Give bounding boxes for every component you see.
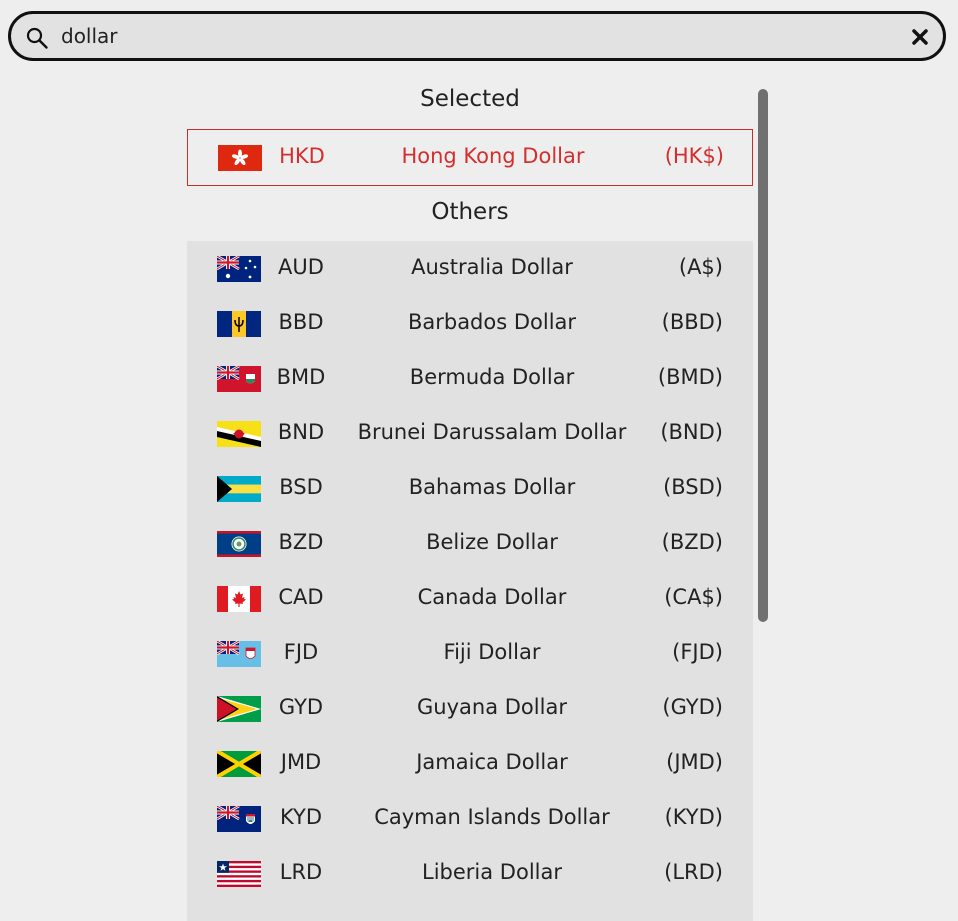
- search-icon: [26, 27, 48, 49]
- currency-symbol: (BMD): [657, 365, 723, 389]
- currency-symbol: (A$): [678, 255, 723, 279]
- currency-symbol: (LRD): [664, 860, 723, 884]
- gy-flag-icon: [217, 696, 261, 722]
- bs-flag-icon: [217, 476, 261, 502]
- currency-symbol: (HK$): [664, 144, 724, 168]
- list-item[interactable]: BSD Bahamas Dollar (BSD): [187, 461, 753, 516]
- list-item[interactable]: JMD Jamaica Dollar (JMD): [187, 736, 753, 791]
- others-section-title: Others: [431, 199, 509, 225]
- list-item[interactable]: CAD Canada Dollar (CA$): [187, 571, 753, 626]
- currency-code: CAD: [278, 585, 324, 609]
- currency-name: Belize Dollar: [426, 530, 558, 554]
- currency-symbol: (KYD): [664, 805, 723, 829]
- jm-flag-icon: [217, 751, 261, 777]
- currency-symbol: (CA$): [664, 585, 723, 609]
- currency-name: Liberia Dollar: [422, 860, 562, 884]
- list-item[interactable]: AUD Australia Dollar (A$): [187, 241, 753, 296]
- currency-name: Guyana Dollar: [417, 695, 567, 719]
- lr-flag-icon: [217, 861, 261, 887]
- currency-symbol: (FJD): [672, 640, 723, 664]
- au-flag-icon: [217, 256, 261, 282]
- ca-flag-icon: [217, 586, 261, 612]
- currency-symbol: (JMD): [666, 750, 723, 774]
- currency-name: Bermuda Dollar: [409, 365, 575, 389]
- currency-code: JMD: [280, 750, 322, 774]
- list-item[interactable]: BZD Belize Dollar (BZD): [187, 516, 753, 571]
- list-item[interactable]: LRD Liberia Dollar (LRD): [187, 846, 753, 901]
- currency-code: BMD: [276, 365, 326, 389]
- currency-code: LRD: [279, 860, 323, 884]
- bb-flag-icon: [217, 311, 261, 337]
- search-bar[interactable]: [8, 11, 946, 61]
- currency-symbol: (GYD): [662, 695, 723, 719]
- currency-code: KYD: [279, 805, 323, 829]
- list-item[interactable]: BBD Barbados Dollar (BBD): [187, 296, 753, 351]
- currency-code: BZD: [278, 530, 324, 554]
- currency-symbol: (BND): [660, 420, 723, 444]
- currency-name: Fiji Dollar: [443, 640, 541, 664]
- fj-flag-icon: [217, 641, 261, 667]
- hk-flag-icon: [218, 145, 262, 171]
- list-item[interactable]: GYD Guyana Dollar (GYD): [187, 681, 753, 736]
- currency-name: Brunei Darussalam Dollar: [357, 420, 627, 444]
- currency-code: BSD: [279, 475, 323, 499]
- currency-code: HKD: [279, 144, 325, 168]
- list-item[interactable]: KYD Cayman Islands Dollar (KYD): [187, 791, 753, 846]
- currency-name: Hong Kong Dollar: [401, 144, 585, 168]
- bn-flag-icon: [217, 421, 261, 447]
- currency-code: AUD: [278, 255, 324, 279]
- list-item[interactable]: BMD Bermuda Dollar (BMD): [187, 351, 753, 406]
- currency-name: Australia Dollar: [411, 255, 573, 279]
- currency-name: Canada Dollar: [417, 585, 567, 609]
- currency-code: BBD: [278, 310, 324, 334]
- close-icon[interactable]: [909, 26, 931, 48]
- currency-symbol: (BBD): [661, 310, 723, 334]
- currency-name: Cayman Islands Dollar: [374, 805, 610, 829]
- currency-symbol: (BZD): [661, 530, 723, 554]
- scrollbar-thumb[interactable]: [758, 89, 768, 622]
- currency-name: Jamaica Dollar: [416, 750, 568, 774]
- list-item[interactable]: FJD Fiji Dollar (FJD): [187, 626, 753, 681]
- currency-symbol: (BSD): [663, 475, 723, 499]
- currency-list: AUD Australia Dollar (A$) BBD Barbados D…: [187, 241, 753, 921]
- currency-code: FJD: [283, 640, 319, 664]
- bm-flag-icon: [217, 366, 261, 392]
- currency-name: Bahamas Dollar: [408, 475, 576, 499]
- list-item[interactable]: BND Brunei Darussalam Dollar (BND): [187, 406, 753, 461]
- selected-section-title: Selected: [420, 86, 520, 112]
- ky-flag-icon: [217, 806, 261, 832]
- selected-currency-row[interactable]: HKD Hong Kong Dollar (HK$): [187, 129, 753, 186]
- currency-code: GYD: [278, 695, 324, 719]
- bz-flag-icon: [217, 531, 261, 557]
- currency-code: BND: [277, 420, 325, 444]
- search-input[interactable]: [61, 22, 881, 50]
- currency-name: Barbados Dollar: [407, 310, 577, 334]
